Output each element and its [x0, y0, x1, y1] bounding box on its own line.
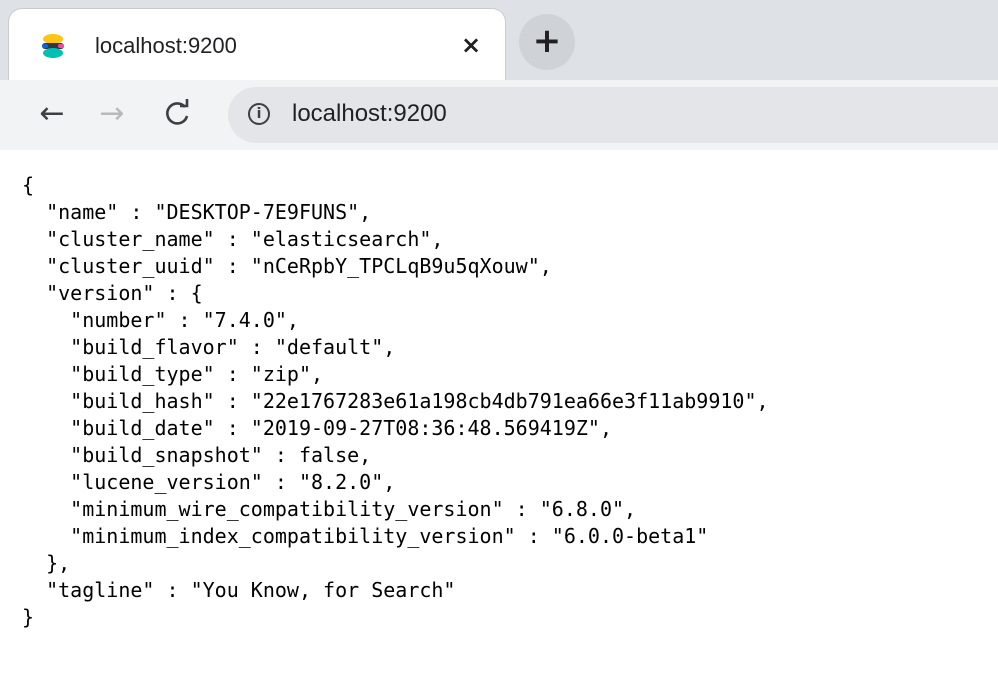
json-line: "build_flavor" : "default",: [22, 335, 396, 359]
tab-strip: localhost:9200 × +: [0, 0, 998, 80]
json-line: }: [22, 605, 35, 629]
url-text[interactable]: localhost:9200: [292, 99, 447, 129]
json-line: "tagline" : "You Know, for Search": [22, 578, 456, 602]
info-icon[interactable]: i: [248, 103, 270, 125]
json-line: "minimum_index_compatibility_version" : …: [22, 524, 709, 548]
json-line: {: [22, 173, 35, 197]
json-line: "build_type" : "zip",: [22, 362, 324, 386]
elastic-icon: [42, 34, 64, 58]
json-line: },: [22, 551, 71, 575]
json-line: "build_hash" : "22e1767283e61a198cb4db79…: [22, 389, 769, 413]
reload-icon[interactable]: [158, 94, 198, 134]
json-response: { "name" : "DESKTOP-7E9FUNS", "cluster_n…: [22, 172, 769, 631]
browser-tab[interactable]: localhost:9200 ×: [8, 8, 506, 80]
close-tab-icon[interactable]: ×: [457, 31, 485, 59]
json-line: "build_date" : "2019-09-27T08:36:48.5694…: [22, 416, 613, 440]
forward-arrow-icon[interactable]: →: [92, 94, 132, 134]
json-line: "name" : "DESKTOP-7E9FUNS",: [22, 200, 372, 224]
json-line: "version" : {: [22, 281, 203, 305]
tab-title: localhost:9200: [95, 33, 237, 58]
back-arrow-icon[interactable]: ←: [32, 94, 72, 134]
json-line: "cluster_uuid" : "nCeRpbY_TPCLqB9u5qXouw…: [22, 254, 552, 278]
json-line: "build_snapshot" : false,: [22, 443, 372, 467]
json-line: "number" : "7.4.0",: [22, 308, 299, 332]
reload-icon-glyph: [166, 99, 189, 125]
json-line: "minimum_wire_compatibility_version" : "…: [22, 497, 637, 521]
page-content: { "name" : "DESKTOP-7E9FUNS", "cluster_n…: [0, 150, 998, 690]
new-tab-button[interactable]: +: [519, 14, 575, 70]
json-line: "cluster_name" : "elasticsearch",: [22, 227, 444, 251]
json-line: "lucene_version" : "8.2.0",: [22, 470, 396, 494]
